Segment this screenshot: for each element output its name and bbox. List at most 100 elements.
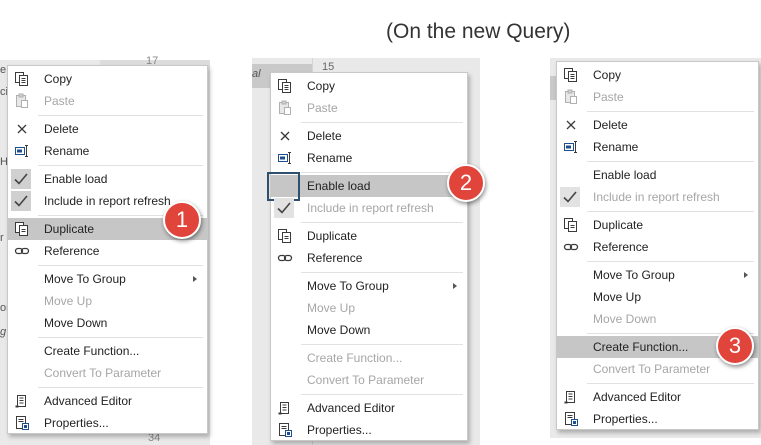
context-menu-2: Copy Paste Delete Rename Enable load Include … [267,72,468,441]
background-side-2: al [252,68,261,80]
menu-item-rename[interactable]: Rename [271,147,467,169]
menu-item-delete[interactable]: Delete [271,125,467,147]
menu-item-label: Move Down [44,316,108,330]
menu-item-rename[interactable]: Rename [557,136,758,158]
menu-item-label: Rename [593,140,639,154]
menu-item-create-function: Create Function... [271,347,467,369]
advanced-editor-icon [277,400,293,416]
menu-item-delete[interactable]: Delete [8,118,207,140]
menu-item-label: Properties... [307,423,372,437]
menu-item-properties[interactable]: Properties... [271,419,467,441]
menu-item-convert-to-parameter: Convert To Parameter [8,362,207,384]
menu-item-reference[interactable]: Reference [271,247,467,269]
properties-icon [14,415,30,431]
menu-item-label: Reference [593,240,649,254]
menu-item-properties[interactable]: Properties... [8,412,207,434]
menu-item-label: Move Up [307,301,356,315]
menu-item-label: Delete [44,122,79,136]
checkbox-checked [11,191,31,211]
menu-item-enable-load[interactable]: Enable load [8,168,207,190]
step-badge-3: 3 [716,327,754,365]
menu-item-create-function[interactable]: Create Function... [8,340,207,362]
menu-item-rename[interactable]: Rename [8,140,207,162]
background-side-1d: r [0,232,4,244]
menu-item-label: Advanced Editor [593,390,682,404]
menu-item-reference[interactable]: Reference [557,236,758,258]
duplicate-icon [14,221,30,237]
menu-item-enable-load[interactable]: Enable load [267,172,467,201]
properties-icon [563,411,579,427]
menu-item-copy[interactable]: Copy [271,75,467,97]
menu-item-reference[interactable]: Reference [8,240,207,262]
advanced-editor-icon [563,389,579,405]
menu-item-label: Enable load [593,168,657,182]
menu-item-copy[interactable]: Copy [557,64,758,86]
menu-item-label: Include in report refresh [307,201,434,215]
menu-item-label: Convert To Parameter [593,362,711,376]
background-side-1f: g [0,326,7,338]
menu-item-label: Properties... [44,416,109,430]
step-badge-1: 1 [163,201,201,239]
menu-item-label: Convert To Parameter [44,366,162,380]
menu-item-label: Move Up [593,290,642,304]
checkbox-checked [274,198,294,218]
delete-icon [14,121,30,137]
paste-icon [14,93,30,109]
menu-item-label: Delete [593,118,628,132]
menu-item-paste: Paste [557,86,758,108]
reference-icon [14,243,30,259]
menu-item-advanced-editor[interactable]: Advanced Editor [557,386,758,408]
menu-item-move-to-group[interactable]: Move To Group [8,268,207,290]
menu-item-duplicate[interactable]: Duplicate [271,225,467,247]
menu-item-move-up[interactable]: Move Up [557,286,758,308]
menu-item-label: Move To Group [593,268,675,282]
context-menu-1: Copy Paste Delete Rename Enable load Include … [7,65,208,434]
chevron-right-icon [193,276,197,282]
menu-item-properties[interactable]: Properties... [557,408,758,430]
menu-item-label: Move Down [593,312,657,326]
menu-item-move-to-group[interactable]: Move To Group [557,264,758,286]
menu-item-move-up: Move Up [8,290,207,312]
context-menu-3: Copy Paste Delete Rename Enable load Include … [556,61,759,430]
copy-icon [563,67,579,83]
menu-item-label: Move To Group [307,279,389,293]
menu-item-label: Create Function... [44,344,140,358]
menu-item-delete[interactable]: Delete [557,114,758,136]
duplicate-icon [277,228,293,244]
reference-icon [277,250,293,266]
menu-item-label: Advanced Editor [307,401,396,415]
duplicate-icon [563,217,579,233]
chevron-right-icon [744,272,748,278]
step-badge-2: 2 [447,164,485,202]
menu-item-move-down: Move Down [557,308,758,330]
menu-item-copy[interactable]: Copy [8,68,207,90]
menu-item-enable-load[interactable]: Enable load [557,164,758,186]
menu-item-label: Reference [44,244,100,258]
menu-item-advanced-editor[interactable]: Advanced Editor [8,390,207,412]
menu-item-convert-to-parameter: Convert To Parameter [271,369,467,391]
menu-item-label: Create Function... [307,351,403,365]
menu-item-label: Paste [307,101,338,115]
rename-icon [14,143,30,159]
menu-item-move-down[interactable]: Move Down [8,312,207,334]
menu-item-move-to-group[interactable]: Move To Group [271,275,467,297]
delete-icon [277,128,293,144]
advanced-editor-icon [14,393,30,409]
menu-item-label: Paste [44,94,75,108]
menu-item-advanced-editor[interactable]: Advanced Editor [271,397,467,419]
menu-item-move-down[interactable]: Move Down [271,319,467,341]
chevron-right-icon [453,283,457,289]
menu-item-label: Rename [44,144,90,158]
menu-item-label: Enable load [307,179,371,193]
menu-item-label: Duplicate [593,218,644,232]
background-side-1a: e [0,64,7,76]
menu-item-label: Copy [593,68,622,82]
copy-icon [14,71,30,87]
menu-item-duplicate[interactable]: Duplicate [557,214,758,236]
menu-item-label: Duplicate [307,229,358,243]
menu-item-label: Convert To Parameter [307,373,425,387]
checkbox-checked [11,169,31,189]
paste-icon [563,89,579,105]
reference-icon [563,239,579,255]
checkbox-checked [560,187,580,207]
